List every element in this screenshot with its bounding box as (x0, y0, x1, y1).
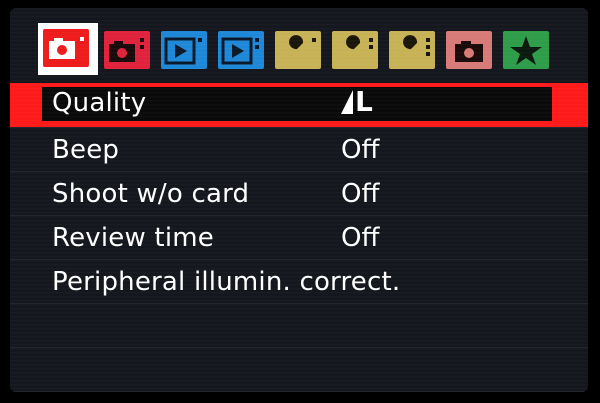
menu-item-value: Off (341, 222, 380, 253)
menu-item-label: Shoot w/o card (52, 178, 250, 209)
setup-tab-1[interactable] (272, 27, 324, 71)
menu-tab-bar (38, 20, 557, 78)
menu-item-label: Review time (52, 222, 214, 253)
menu-item-label: Peripheral illumin. correct. (52, 266, 401, 297)
wrench-icon (275, 31, 321, 69)
camera-icon (43, 29, 89, 67)
empty-menu-row (10, 304, 588, 348)
menu-item-value: Off (341, 134, 380, 165)
star-icon (503, 31, 549, 69)
menu-item-beep[interactable]: Beep Off (10, 128, 588, 172)
menu-item-value: Off (341, 178, 380, 209)
menu-item-quality[interactable]: Quality L (10, 83, 588, 128)
wrench-icon (389, 31, 435, 69)
playback-icon (161, 31, 207, 69)
playback-tab-1[interactable] (158, 27, 210, 71)
menu-item-label: Beep (52, 134, 120, 165)
quality-size-letter: L (355, 85, 373, 118)
quality-wedge-icon (341, 90, 353, 114)
shooting-tab-2[interactable] (101, 27, 153, 71)
setup-tab-3[interactable] (386, 27, 438, 71)
menu-item-shoot-without-card[interactable]: Shoot w/o card Off (10, 172, 588, 216)
menu-item-review-time[interactable]: Review time Off (10, 216, 588, 260)
menu-item-value: L (341, 88, 373, 116)
camera-icon (446, 31, 492, 69)
my-menu-tab[interactable] (500, 27, 552, 71)
menu-item-label: Quality (52, 88, 147, 118)
playback-icon (218, 31, 264, 69)
wrench-icon (332, 31, 378, 69)
camera-icon (104, 31, 150, 69)
setup-tab-2[interactable] (329, 27, 381, 71)
settings-menu-list: Quality L Beep Off Shoot w/o card Off Re… (10, 83, 588, 392)
empty-menu-row (10, 348, 588, 392)
menu-item-peripheral-illumination[interactable]: Peripheral illumin. correct. (10, 260, 588, 304)
shooting-tab-1[interactable] (38, 23, 98, 75)
camera-menu-screen: Quality L Beep Off Shoot w/o card Off Re… (10, 8, 588, 392)
playback-tab-2[interactable] (215, 27, 267, 71)
custom-tab[interactable] (443, 27, 495, 71)
